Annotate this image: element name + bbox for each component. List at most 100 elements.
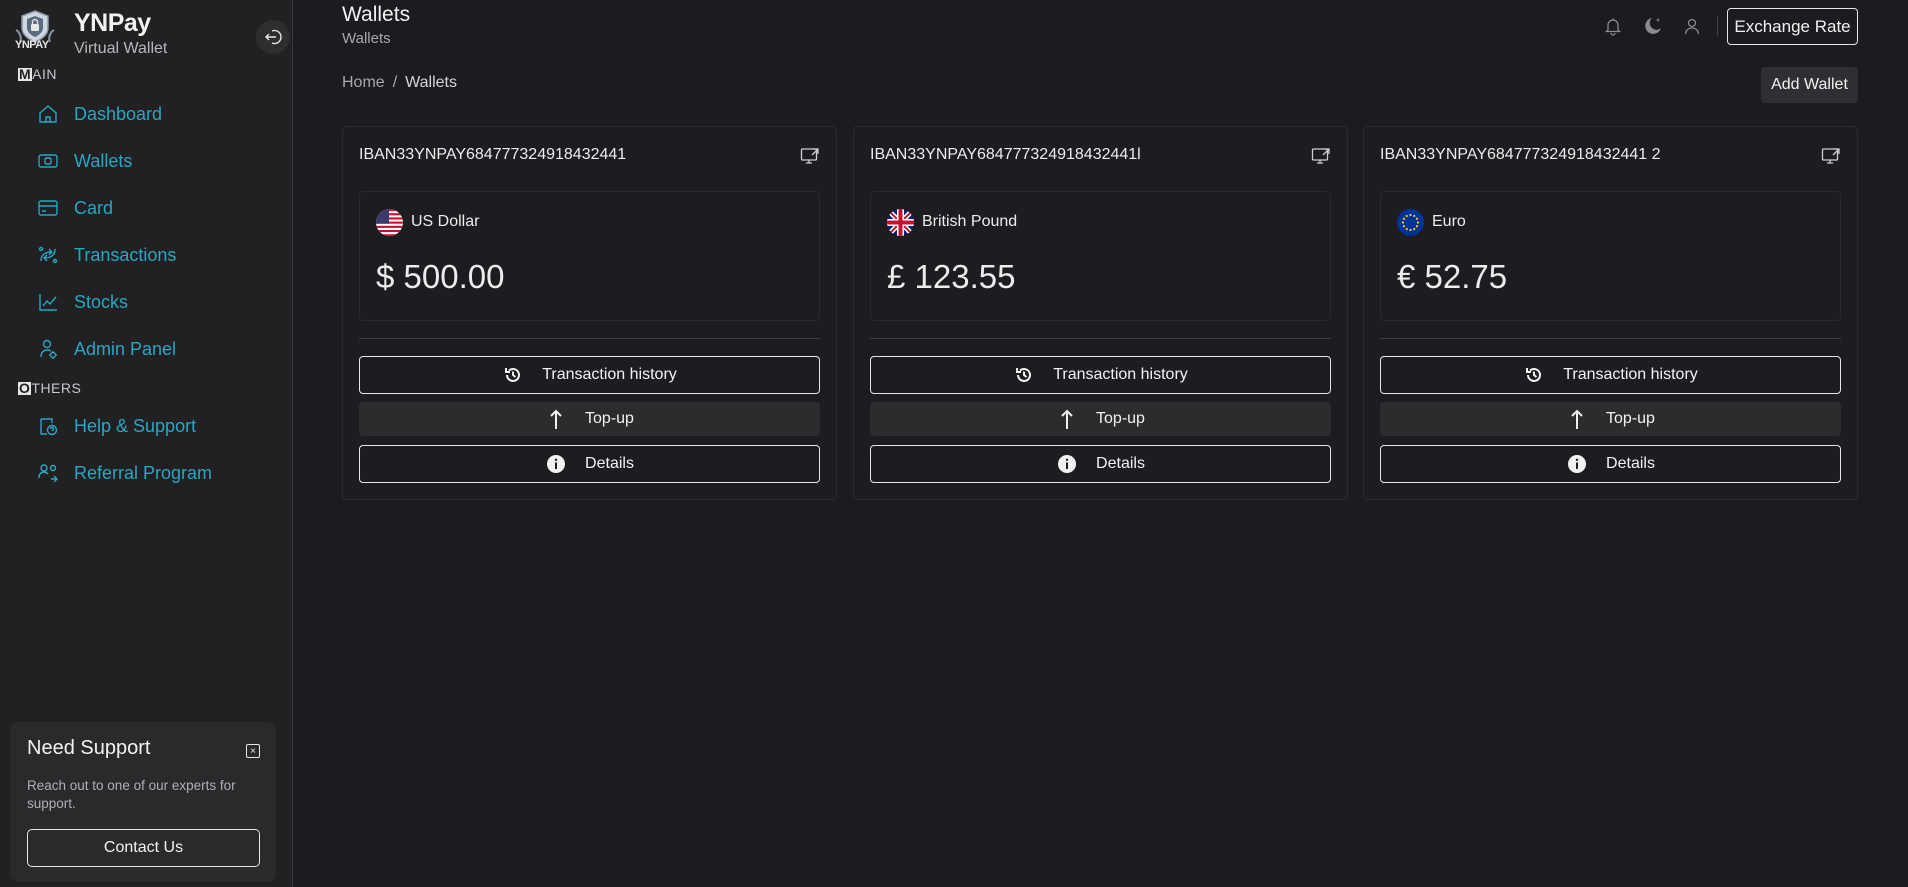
wallet-balance: € 52.75 <box>1397 258 1508 295</box>
section-others-initial: O <box>18 380 32 396</box>
info-icon <box>1056 453 1078 475</box>
support-card: Need Support × Reach out to one of our e… <box>10 722 276 882</box>
exchange-rate-button[interactable]: Exchange Rate <box>1727 8 1858 45</box>
sidebar-item-wallets[interactable]: Wallets <box>36 146 276 176</box>
uk-flag-icon <box>887 209 914 236</box>
chart-icon <box>36 290 60 314</box>
section-label-main: MAIN <box>18 66 57 82</box>
button-label: Top-up <box>1096 410 1145 427</box>
header-divider <box>1717 16 1718 36</box>
card-icon <box>36 196 60 220</box>
arrow-up-icon <box>1566 408 1588 430</box>
page-subtitle: Wallets <box>342 30 391 47</box>
bell-icon[interactable] <box>1601 14 1625 38</box>
logout-arrow-icon <box>265 29 282 45</box>
button-label: Top-up <box>585 410 634 427</box>
button-label: Details <box>1096 455 1145 472</box>
history-icon <box>1523 364 1545 386</box>
contact-us-button[interactable]: Contact Us <box>27 829 260 867</box>
wallet-balance: $ 500.00 <box>376 258 505 295</box>
support-text: Reach out to one of our experts for supp… <box>27 778 236 811</box>
divider <box>870 338 1331 339</box>
button-label: Transaction history <box>1053 366 1188 383</box>
section-main-initial: M <box>18 66 33 82</box>
transaction-history-button[interactable]: Transaction history <box>1380 356 1841 394</box>
divider <box>1380 338 1841 339</box>
button-label: Details <box>585 455 634 472</box>
balance-box: British Pound £ 123.55 <box>870 191 1331 321</box>
section-main-rest: AIN <box>32 66 58 82</box>
history-icon <box>502 364 524 386</box>
sidebar-collapse-button[interactable] <box>256 20 290 54</box>
sidebar-item-referral-program[interactable]: Referral Program <box>36 458 276 488</box>
open-external-icon[interactable] <box>1821 147 1841 165</box>
wallet-iban: IBAN33YNPAY684777324918432441 2 <box>1380 146 1661 163</box>
sidebar-item-help-support[interactable]: Help & Support <box>36 411 276 441</box>
top-up-button[interactable]: Top-up <box>359 402 820 436</box>
button-label: Details <box>1606 455 1655 472</box>
section-others-rest: THERS <box>31 380 82 396</box>
sidebar-item-label: Help & Support <box>74 415 197 436</box>
details-button[interactable]: Details <box>359 445 820 483</box>
us-flag-icon <box>376 209 403 236</box>
arrow-up-icon <box>1056 408 1078 430</box>
wallet-card: IBAN33YNPAY684777324918432441 2 Euro € 5… <box>1363 126 1858 500</box>
ynpay-logo: YNPAY <box>14 8 56 54</box>
sidebar-item-card[interactable]: Card <box>36 193 276 223</box>
wallet-card: IBAN33YNPAY684777324918432441l British P… <box>853 126 1348 500</box>
top-up-button[interactable]: Top-up <box>1380 402 1841 436</box>
details-button[interactable]: Details <box>870 445 1331 483</box>
open-external-icon[interactable] <box>800 147 820 165</box>
moon-icon[interactable] <box>1641 14 1665 38</box>
breadcrumb-home[interactable]: Home <box>342 74 385 91</box>
breadcrumb: Home / Wallets <box>342 74 457 92</box>
transactions-icon <box>36 243 60 267</box>
wallet-balance: £ 123.55 <box>887 258 1016 295</box>
top-up-button[interactable]: Top-up <box>870 402 1331 436</box>
button-label: Transaction history <box>1563 366 1698 383</box>
home-icon <box>36 102 60 126</box>
balance-box: US Dollar $ 500.00 <box>359 191 820 321</box>
help-icon <box>36 414 60 438</box>
breadcrumb-current: Wallets <box>405 74 457 91</box>
breadcrumb-separator: / <box>392 74 398 91</box>
sidebar-item-admin-panel[interactable]: Admin Panel <box>36 334 276 364</box>
info-icon <box>1566 453 1588 475</box>
logo-text: YNPAY <box>15 39 49 51</box>
sidebar: YNPAY YNPay Virtual Wallet MAIN Dashboar… <box>0 0 293 887</box>
sidebar-item-label: Wallets <box>74 150 133 171</box>
wallet-card: IBAN33YNPAY684777324918432441 US Dollar … <box>342 126 837 500</box>
history-icon <box>1013 364 1035 386</box>
admin-icon <box>36 337 60 361</box>
add-wallet-button[interactable]: Add Wallet <box>1761 67 1858 103</box>
button-label: Top-up <box>1606 410 1655 427</box>
section-label-others: OTHERS <box>18 380 81 396</box>
eu-flag-icon <box>1397 209 1424 236</box>
brand[interactable]: YNPAY YNPay Virtual Wallet <box>14 8 290 57</box>
transaction-history-button[interactable]: Transaction history <box>870 356 1331 394</box>
referral-icon <box>36 461 60 485</box>
sidebar-item-transactions[interactable]: Transactions <box>36 240 276 270</box>
wallet-iban: IBAN33YNPAY684777324918432441 <box>359 146 627 163</box>
sidebar-item-label: Referral Program <box>74 462 213 483</box>
close-icon[interactable]: × <box>246 744 260 758</box>
arrow-up-icon <box>545 408 567 430</box>
sidebar-item-label: Dashboard <box>74 103 163 124</box>
sidebar-item-dashboard[interactable]: Dashboard <box>36 99 276 129</box>
info-icon <box>545 453 567 475</box>
transaction-history-button[interactable]: Transaction history <box>359 356 820 394</box>
sidebar-item-label: Stocks <box>74 291 129 312</box>
user-icon[interactable] <box>1680 14 1704 38</box>
support-title: Need Support <box>27 737 151 759</box>
details-button[interactable]: Details <box>1380 445 1841 483</box>
page-title: Wallets <box>342 3 411 26</box>
sidebar-item-stocks[interactable]: Stocks <box>36 287 276 317</box>
brand-name: YNPay <box>74 9 151 37</box>
brand-subtitle: Virtual Wallet <box>74 40 168 57</box>
sidebar-item-label: Admin Panel <box>74 338 177 359</box>
sidebar-item-label: Card <box>74 197 114 218</box>
divider <box>359 338 820 339</box>
open-external-icon[interactable] <box>1311 147 1331 165</box>
balance-box: Euro € 52.75 <box>1380 191 1841 321</box>
button-label: Transaction history <box>542 366 677 383</box>
